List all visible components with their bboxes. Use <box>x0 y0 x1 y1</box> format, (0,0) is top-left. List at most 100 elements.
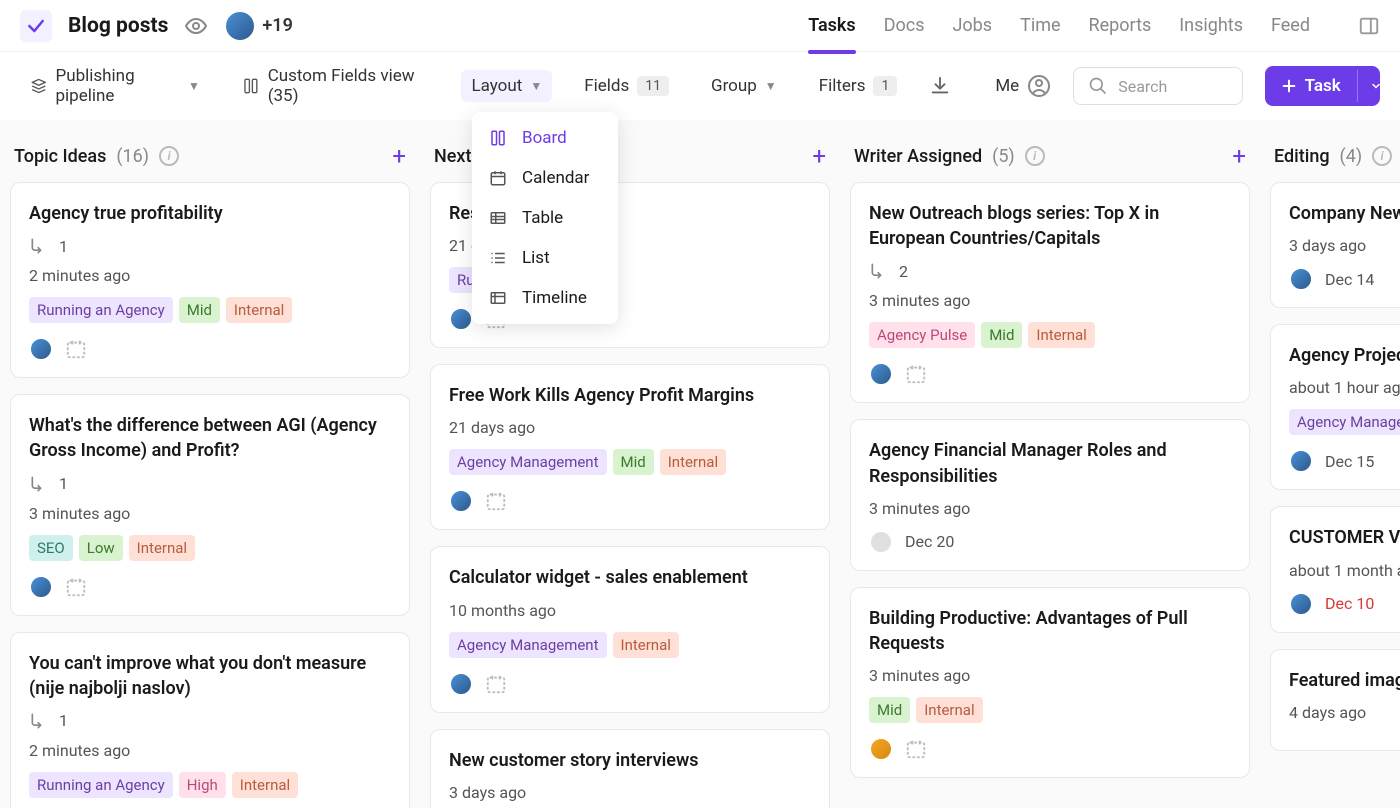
task-card[interactable]: Featured image za4 days ago <box>1270 649 1400 751</box>
kanban-column: Editing(4)i+Company News: w post3 days a… <box>1270 130 1400 808</box>
nav-tab-tasks[interactable]: Tasks <box>808 11 856 40</box>
layout-option-table[interactable]: Table <box>472 198 618 238</box>
task-card[interactable]: What's the difference between AGI (Agenc… <box>10 394 410 615</box>
tag[interactable]: High <box>179 772 226 798</box>
column-count: (5) <box>992 146 1015 167</box>
card-title: Free Work Kills Agency Profit Margins <box>449 383 811 408</box>
tag[interactable]: Internal <box>1028 322 1094 348</box>
nav-tab-feed[interactable]: Feed <box>1271 11 1310 40</box>
fields-count-badge: 11 <box>637 76 669 96</box>
tag[interactable]: Mid <box>613 449 654 475</box>
task-card[interactable]: Agency Project Ma Responsibilitiesabout … <box>1270 324 1400 490</box>
tag[interactable]: SEO <box>29 535 73 561</box>
tag[interactable]: Mid <box>179 297 220 323</box>
assignee-avatar[interactable] <box>1289 449 1313 473</box>
calendar-icon[interactable] <box>65 576 87 598</box>
task-card[interactable]: Calculator widget - sales enablement10 m… <box>430 546 830 712</box>
plus-icon <box>1281 78 1297 94</box>
nav-tab-reports[interactable]: Reports <box>1089 11 1152 40</box>
layout-selector[interactable]: Layout ▼ <box>461 70 552 102</box>
assignee-avatar[interactable] <box>1289 267 1313 291</box>
tag[interactable]: Agency Pulse <box>869 322 975 348</box>
visibility-icon[interactable] <box>184 14 208 38</box>
tag[interactable]: Running an Agency <box>29 297 173 323</box>
calendar-icon[interactable] <box>905 363 927 385</box>
card-footer <box>869 737 1231 761</box>
assignee-avatar[interactable] <box>449 307 473 331</box>
new-task-button[interactable]: Task <box>1265 66 1380 106</box>
assignee-avatar[interactable] <box>29 575 53 599</box>
due-date: Dec 20 <box>905 532 954 551</box>
tag[interactable]: Internal <box>916 697 982 723</box>
add-card-button[interactable]: + <box>392 142 406 170</box>
subtask-icon <box>29 711 49 731</box>
layout-option-calendar[interactable]: Calendar <box>472 158 618 198</box>
due-date: Dec 14 <box>1325 270 1374 289</box>
task-card[interactable]: Company News: w post3 days agoDec 14 <box>1270 182 1400 308</box>
calendar-icon[interactable] <box>485 673 507 695</box>
tag[interactable]: Agency Management <box>449 632 607 658</box>
search-input[interactable]: Search <box>1073 67 1242 105</box>
layout-option-timeline[interactable]: Timeline <box>472 278 618 318</box>
tag[interactable]: Internal <box>226 297 292 323</box>
nav-tab-insights[interactable]: Insights <box>1179 11 1243 40</box>
info-icon[interactable]: i <box>1025 146 1045 166</box>
task-card[interactable]: Agency Financial Manager Roles and Respo… <box>850 419 1250 570</box>
tag[interactable]: Mid <box>869 697 910 723</box>
add-card-button[interactable]: + <box>1232 142 1246 170</box>
task-card[interactable]: Building Productive: Advantages of Pull … <box>850 587 1250 778</box>
assignee-avatar[interactable] <box>1289 592 1313 616</box>
info-icon[interactable]: i <box>159 146 179 166</box>
group-selector[interactable]: Group ▼ <box>701 70 787 102</box>
fields-selector[interactable]: Fields 11 <box>574 70 679 102</box>
assignee-avatar[interactable] <box>29 337 53 361</box>
tag[interactable]: Internal <box>129 535 195 561</box>
tag[interactable]: Running an Agency <box>29 772 173 798</box>
info-icon[interactable]: i <box>1372 146 1392 166</box>
assignee-avatar[interactable] <box>449 672 473 696</box>
collaborator-avatars[interactable]: +19 <box>224 10 292 42</box>
task-card[interactable]: New customer story interviews3 days ago <box>430 729 830 808</box>
task-card[interactable]: Free Work Kills Agency Profit Margins21 … <box>430 364 830 530</box>
task-card[interactable]: New Outreach blogs series: Top X in Euro… <box>850 182 1250 403</box>
app-logo[interactable] <box>20 10 52 42</box>
task-card[interactable]: CUSTOMER VIDEOabout 1 month agoDec 10 <box>1270 506 1400 632</box>
assignee-avatar[interactable] <box>869 362 893 386</box>
tag[interactable]: Internal <box>660 449 726 475</box>
tag[interactable]: Agency Managemen <box>1289 409 1400 435</box>
download-icon[interactable] <box>929 75 951 97</box>
calendar-icon[interactable] <box>905 738 927 760</box>
layout-option-board[interactable]: Board <box>472 118 618 158</box>
card-timestamp: 3 minutes ago <box>869 499 1231 518</box>
nav-tab-time[interactable]: Time <box>1020 11 1060 40</box>
nav-tab-docs[interactable]: Docs <box>884 11 925 40</box>
me-filter[interactable]: Me <box>995 74 1051 98</box>
card-footer <box>449 672 811 696</box>
nav-tab-jobs[interactable]: Jobs <box>952 11 992 40</box>
card-tags: Agency ManagementMidInternal <box>449 449 811 475</box>
tag[interactable]: Internal <box>613 632 679 658</box>
filters-count-badge: 1 <box>873 76 897 96</box>
assignee-avatar[interactable] <box>869 530 893 554</box>
task-card[interactable]: You can't improve what you don't measure… <box>10 632 410 808</box>
card-footer: Dec 15 <box>1289 449 1400 473</box>
tag[interactable]: Internal <box>232 772 298 798</box>
assignee-avatar[interactable] <box>449 489 473 513</box>
card-timestamp: 3 minutes ago <box>29 504 391 523</box>
task-card[interactable]: Agency true profitability12 minutes agoR… <box>10 182 410 378</box>
pipeline-selector[interactable]: Publishing pipeline ▼ <box>20 60 210 112</box>
add-card-button[interactable]: + <box>812 142 826 170</box>
card-tags: MidInternal <box>869 697 1231 723</box>
panel-toggle-icon[interactable] <box>1358 15 1380 37</box>
new-task-dropdown[interactable] <box>1357 70 1380 102</box>
page-title: Blog posts <box>68 14 168 38</box>
calendar-icon[interactable] <box>65 338 87 360</box>
tag[interactable]: Agency Management <box>449 449 607 475</box>
layout-option-list[interactable]: List <box>472 238 618 278</box>
custom-fields-view[interactable]: Custom Fields view (35) <box>232 60 440 112</box>
assignee-avatar[interactable] <box>869 737 893 761</box>
filters-selector[interactable]: Filters 1 <box>809 70 908 102</box>
tag[interactable]: Mid <box>981 322 1022 348</box>
tag[interactable]: Low <box>79 535 123 561</box>
calendar-icon[interactable] <box>485 490 507 512</box>
